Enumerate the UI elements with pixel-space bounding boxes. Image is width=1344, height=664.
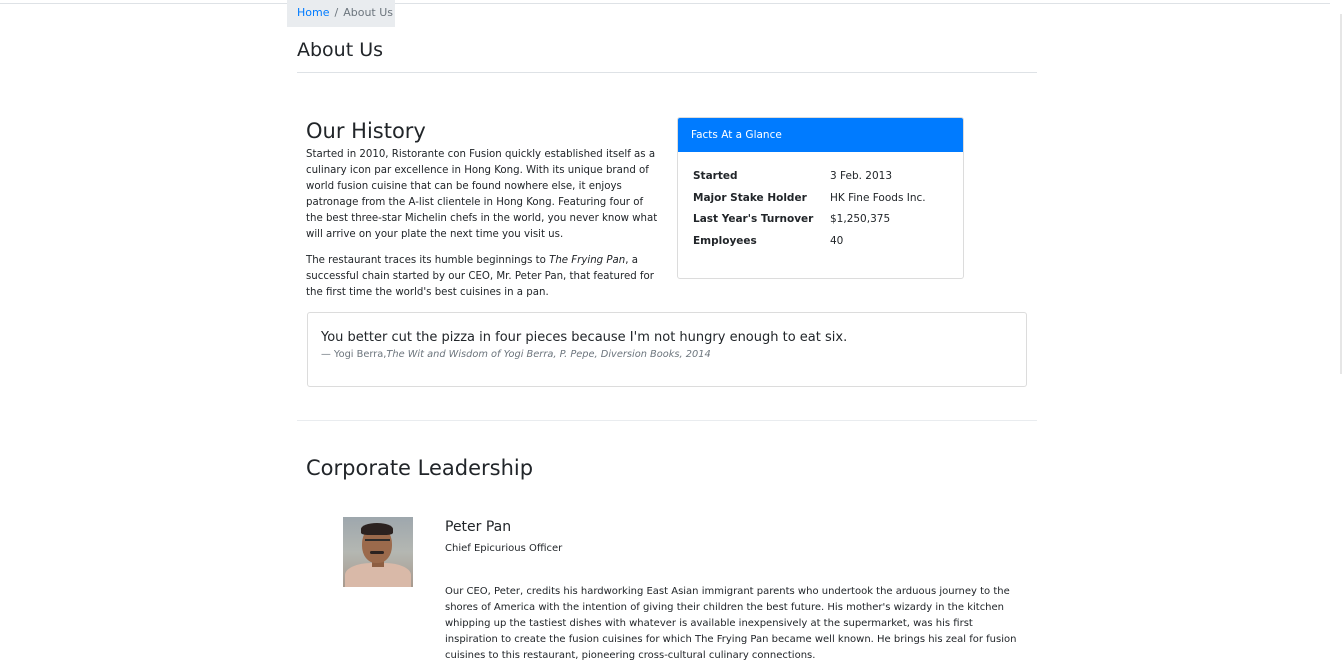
facts-card-body: Started 3 Feb. 2013 Major Stake Holder H… xyxy=(678,152,963,254)
fact-row-employees: Employees 40 xyxy=(693,233,963,255)
quote-author: — Yogi Berra, xyxy=(321,349,387,360)
history-paragraph-2-start: The restaurant traces its humble beginni… xyxy=(306,255,550,266)
fact-value: $1,250,375 xyxy=(830,213,891,225)
history-paragraph-2-emphasis: The Frying Pan xyxy=(549,255,626,266)
leader-role: Chief Epicurious Officer xyxy=(445,543,563,554)
history-text: Started in 2010, Ristorante con Fusion q… xyxy=(306,147,662,311)
fact-row-started: Started 3 Feb. 2013 xyxy=(693,168,963,190)
history-paragraph-2: The restaurant traces its humble beginni… xyxy=(306,253,662,301)
title-divider xyxy=(297,72,1037,73)
top-border xyxy=(0,3,1344,4)
page-title: About Us xyxy=(297,39,384,61)
scrollbar-thumb[interactable] xyxy=(1340,14,1342,374)
history-title: Our History xyxy=(306,119,426,143)
fact-value: HK Fine Foods Inc. xyxy=(830,191,926,204)
leader-name: Peter Pan xyxy=(445,519,512,535)
quote-footer: — Yogi Berra,The Wit and Wisdom of Yogi … xyxy=(321,348,711,362)
quote-card: You better cut the pizza in four pieces … xyxy=(307,312,1027,387)
scrollbar[interactable] xyxy=(1330,0,1344,658)
breadcrumb-current: About Us xyxy=(343,6,394,19)
fact-value: 3 Feb. 2013 xyxy=(830,170,893,182)
leadership-title: Corporate Leadership xyxy=(306,456,534,480)
fact-row-stake-holder: Major Stake Holder HK Fine Foods Inc. xyxy=(693,190,963,212)
fact-value: 40 xyxy=(830,234,844,247)
fact-key: Last Year's Turnover xyxy=(693,213,814,225)
breadcrumb-home-link[interactable]: Home xyxy=(297,6,329,19)
breadcrumb: Home / About Us xyxy=(287,0,395,27)
facts-card: Facts At a Glance Started 3 Feb. 2013 Ma… xyxy=(677,117,964,279)
breadcrumb-separator: / xyxy=(334,6,339,19)
fact-key: Started xyxy=(693,170,738,182)
fact-key: Major Stake Holder xyxy=(693,191,807,204)
leader-bio: Our CEO, Peter, credits his hardworking … xyxy=(445,586,1017,661)
leader-avatar xyxy=(343,517,413,587)
history-paragraph-1: Started in 2010, Ristorante con Fusion q… xyxy=(306,149,658,240)
quote-text: You better cut the pizza in four pieces … xyxy=(321,330,848,345)
fact-row-turnover: Last Year's Turnover $1,250,375 xyxy=(693,211,963,233)
facts-card-header: Facts At a Glance xyxy=(678,118,963,152)
fact-key: Employees xyxy=(693,234,757,247)
quote-source: The Wit and Wisdom of Yogi Berra, P. Pep… xyxy=(386,349,711,360)
section-divider xyxy=(297,420,1037,421)
